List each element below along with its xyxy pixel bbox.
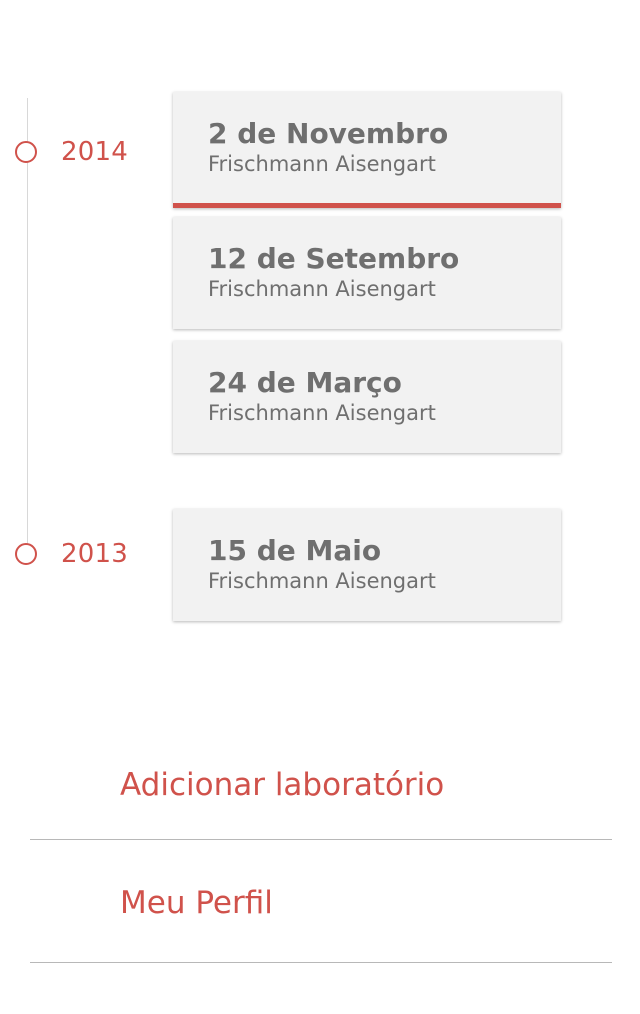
timeline-card[interactable]: 24 de Março Frischmann Aisengart (173, 341, 561, 453)
divider (30, 839, 612, 840)
divider (30, 962, 612, 963)
add-lab-link[interactable]: Adicionar laboratório (120, 767, 444, 803)
year-label: 2013 (61, 539, 128, 569)
card-date: 15 de Maio (208, 534, 382, 567)
year-marker-circle-icon (15, 543, 37, 565)
card-name: Frischmann Aisengart (208, 277, 436, 301)
timeline-card[interactable]: 12 de Setembro Frischmann Aisengart (173, 217, 561, 329)
timeline-card[interactable]: 15 de Maio Frischmann Aisengart (173, 509, 561, 621)
card-name: Frischmann Aisengart (208, 569, 436, 593)
card-date: 2 de Novembro (208, 117, 449, 150)
timeline-card[interactable]: 2 de Novembro Frischmann Aisengart (173, 92, 561, 208)
card-name: Frischmann Aisengart (208, 401, 436, 425)
year-marker-circle-icon (15, 141, 37, 163)
my-profile-link[interactable]: Meu Perfil (120, 885, 273, 921)
card-date: 12 de Setembro (208, 242, 460, 275)
card-name: Frischmann Aisengart (208, 152, 436, 176)
card-date: 24 de Março (208, 366, 402, 399)
timeline-line (27, 98, 28, 554)
year-label: 2014 (61, 137, 128, 167)
